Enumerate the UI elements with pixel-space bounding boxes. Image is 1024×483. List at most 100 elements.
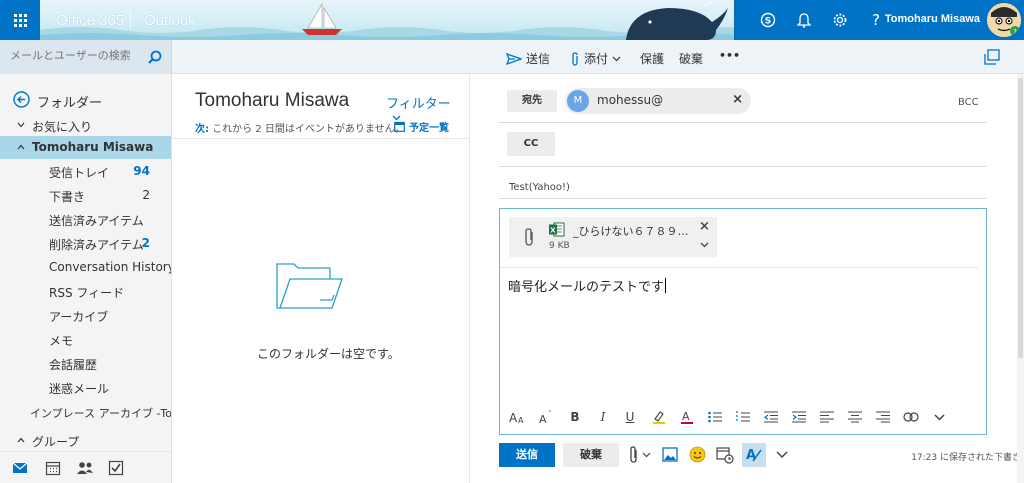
folder-title: Tomoharu Misawa xyxy=(195,90,350,111)
highlight-button[interactable] xyxy=(650,408,668,426)
chevron-down-icon[interactable] xyxy=(776,451,788,459)
folders-back-button[interactable]: フォルダー xyxy=(0,88,171,112)
chevron-down-icon xyxy=(17,122,25,128)
attach-command[interactable]: 添付 xyxy=(570,50,621,67)
folder-archive[interactable]: アーカイブ xyxy=(0,304,171,327)
inplace-archive[interactable]: インプレース アーカイブ -Tomoharu Misawa xyxy=(0,401,171,424)
body-text[interactable]: 暗号化メールのテストです xyxy=(508,276,667,295)
bcc-button[interactable]: BCC xyxy=(958,97,979,108)
favorites-header[interactable]: お気に入り xyxy=(0,114,171,137)
italic-icon[interactable]: I xyxy=(594,408,612,426)
folder-conversation-log[interactable]: 会話履歴 xyxy=(0,352,171,375)
to-input[interactable] xyxy=(754,90,934,112)
popout-icon[interactable] xyxy=(984,49,1000,65)
emoji-icon[interactable] xyxy=(689,446,706,463)
folder-label: 迷惑メール xyxy=(49,382,110,396)
calendar-clock-icon[interactable] xyxy=(716,446,734,464)
brand-divider xyxy=(130,10,131,30)
svg-text:A: A xyxy=(682,410,690,423)
recipient-chip[interactable]: M mohessu@ × xyxy=(565,88,751,114)
folder-label: RSS フィード xyxy=(49,286,125,300)
tasks-icon[interactable] xyxy=(108,460,124,476)
calendar-icon xyxy=(394,121,405,132)
indent-button[interactable] xyxy=(790,408,808,426)
skype-button[interactable]: S xyxy=(758,10,778,30)
user-name[interactable]: Tomoharu Misawa xyxy=(885,13,980,25)
align-left-button[interactable] xyxy=(818,408,836,426)
attachment-card[interactable]: X _ひらけない６７８９… 9 KB × xyxy=(509,217,717,257)
outlook-brand[interactable]: Outlook xyxy=(144,12,196,29)
avatar[interactable]: ? xyxy=(987,3,1021,37)
attachment-name: _ひらけない６７８９… xyxy=(573,225,689,238)
calendar-icon[interactable] xyxy=(45,460,61,476)
list-divider xyxy=(172,138,469,139)
people-icon[interactable] xyxy=(76,460,94,476)
help-icon: ? xyxy=(872,11,880,29)
close-icon[interactable]: × xyxy=(732,92,743,107)
folder-conversation-history[interactable]: Conversation History xyxy=(0,256,171,279)
font-size-button[interactable]: AA xyxy=(508,408,526,426)
discard-command[interactable]: 破棄 xyxy=(679,50,703,67)
notifications-button[interactable] xyxy=(794,10,814,30)
highlight-icon xyxy=(653,411,665,424)
outdent-button[interactable] xyxy=(762,408,780,426)
align-center-icon xyxy=(848,411,862,423)
discard-button[interactable]: 破棄 xyxy=(563,443,619,467)
font-grow-button[interactable]: A ˄ xyxy=(537,408,555,426)
settings-button[interactable] xyxy=(830,10,850,30)
unread-count: 94 xyxy=(133,164,150,178)
more-commands-button[interactable]: ••• xyxy=(719,49,740,62)
insert-link-button[interactable] xyxy=(902,408,920,426)
numbering-button[interactable] xyxy=(734,408,752,426)
align-left-icon xyxy=(820,411,834,423)
bold-icon[interactable]: B xyxy=(566,408,584,426)
app-launcher-button[interactable] xyxy=(0,0,40,40)
compose-pane: 宛先 M mohessu@ × BCC CC Test(Yahoo!) X _ひ… xyxy=(472,74,1024,483)
send-icon xyxy=(506,52,522,65)
format-toggle-button[interactable]: A xyxy=(742,443,766,467)
recipient-avatar: M xyxy=(567,90,589,112)
align-right-button[interactable] xyxy=(874,408,892,426)
insert-attachment-button[interactable] xyxy=(628,446,654,464)
underline-icon[interactable]: U xyxy=(621,408,639,426)
bell-icon xyxy=(797,13,811,28)
send-command[interactable]: 送信 xyxy=(506,50,550,67)
folder-rss[interactable]: RSS フィード xyxy=(0,280,171,303)
text-caret xyxy=(665,278,667,293)
folder-inbox[interactable]: 受信トレイ 94 xyxy=(0,160,171,183)
help-button[interactable]: ? xyxy=(866,10,886,30)
agenda-button[interactable]: 予定一覧 xyxy=(394,119,449,134)
gear-icon xyxy=(833,13,847,27)
search-icon[interactable] xyxy=(148,50,162,64)
cc-button[interactable]: CC xyxy=(507,132,555,156)
align-center-button[interactable] xyxy=(846,408,864,426)
compose-scrollbar-thumb[interactable] xyxy=(1018,78,1023,358)
bullets-button[interactable] xyxy=(706,408,724,426)
to-button[interactable]: 宛先 xyxy=(507,90,557,112)
more-format-button[interactable] xyxy=(930,408,948,426)
font-color-button[interactable]: A xyxy=(678,408,696,426)
search-input[interactable] xyxy=(10,49,140,62)
folder-notes[interactable]: メモ xyxy=(0,328,171,351)
office365-brand[interactable]: Office 365 xyxy=(56,12,124,29)
folders-label: フォルダー xyxy=(37,96,103,111)
account-header[interactable]: Tomoharu Misawa xyxy=(0,136,171,159)
protect-command[interactable]: 保護 xyxy=(640,50,664,67)
mail-icon[interactable] xyxy=(12,460,28,476)
svg-text:S: S xyxy=(765,17,771,27)
insert-picture-icon[interactable] xyxy=(662,447,678,462)
folder-sent[interactable]: 送信済みアイテム xyxy=(0,208,171,231)
remove-attachment-icon[interactable]: × xyxy=(699,219,710,234)
folder-drafts[interactable]: 下書き 2 xyxy=(0,184,171,207)
subject-field[interactable]: Test(Yahoo!) xyxy=(509,182,570,193)
chevron-down-icon xyxy=(612,56,621,61)
folder-junk[interactable]: 迷惑メール xyxy=(0,376,171,399)
empty-folder-icon xyxy=(276,263,343,309)
chevron-down-icon[interactable] xyxy=(700,242,709,248)
groups-header[interactable]: グループ xyxy=(0,429,171,451)
send-button[interactable]: 送信 xyxy=(499,443,555,467)
bullets-icon xyxy=(708,411,722,423)
folder-deleted[interactable]: 削除済みアイテム 2 xyxy=(0,232,171,255)
waffle-icon xyxy=(13,13,27,27)
font-color-icon: A xyxy=(681,410,693,424)
